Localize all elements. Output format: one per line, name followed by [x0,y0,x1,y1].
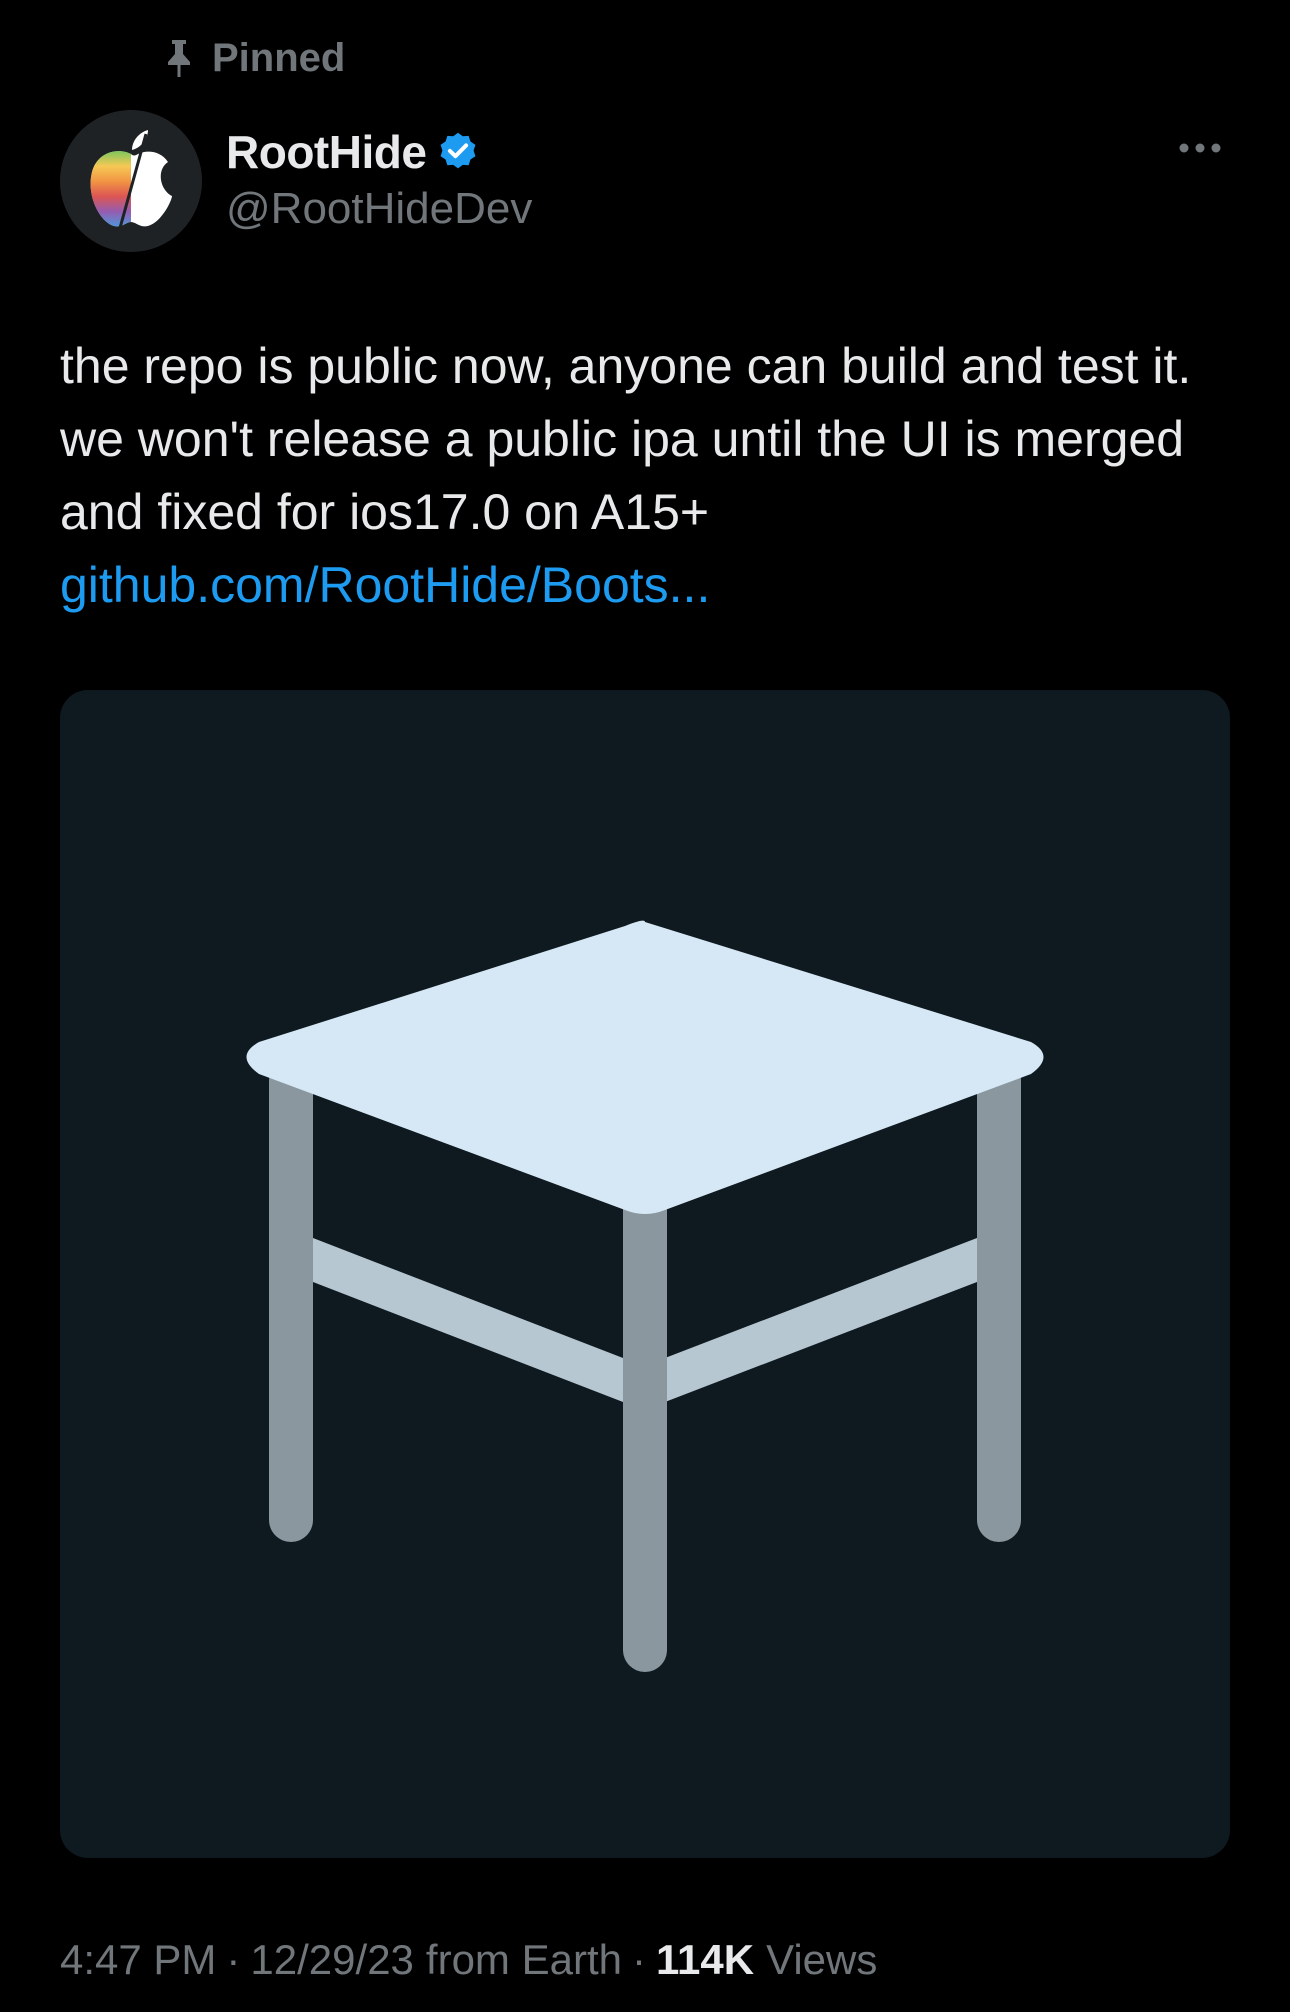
author-display-name[interactable]: RootHide [226,125,427,179]
meta-separator: · [226,1936,241,1983]
tweet-media[interactable] [60,690,1230,1858]
tweet-link[interactable]: github.com/RootHide/Boots... [60,549,710,622]
pinned-label: Pinned [212,35,346,80]
meta-separator: · [631,1936,646,1983]
tweet-meta: 4:47 PM · 12/29/23 from Earth · 114K Vie… [60,1930,877,1990]
more-horizontal-icon [1178,142,1222,154]
verified-badge-icon[interactable] [436,130,480,174]
tweet-date[interactable]: 12/29/23 [250,1936,414,1984]
tweet-author[interactable]: RootHide @RootHideDev [226,120,532,234]
pin-icon [164,38,194,78]
tweet-body: the repo is public now, anyone can build… [60,330,1240,622]
tweet-time[interactable]: 4:47 PM [60,1936,216,1984]
more-options-button[interactable] [1170,128,1230,168]
pinned-indicator: Pinned [164,34,345,82]
tweet-source: from Earth [425,1936,622,1983]
author-handle[interactable]: @RootHideDev [226,184,532,234]
avatar[interactable] [60,110,202,252]
views-count[interactable]: 114K [656,1936,754,1984]
views-label[interactable]: Views [766,1936,877,1984]
table-emoji-icon [60,690,1230,1858]
tweet-text: the repo is public now, anyone can build… [60,338,1206,540]
